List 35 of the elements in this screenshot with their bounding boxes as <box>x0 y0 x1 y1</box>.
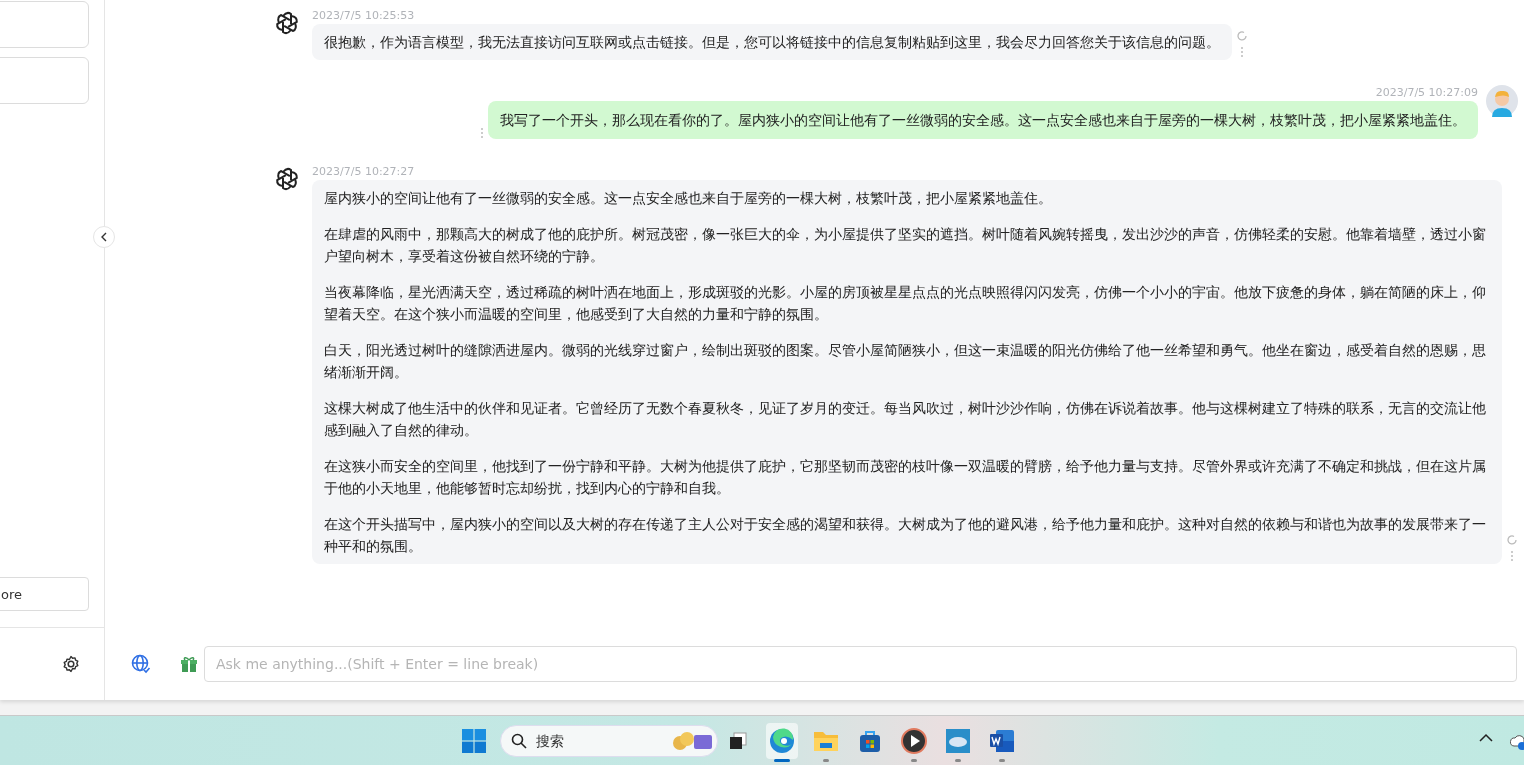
cloud-icon[interactable] <box>1510 732 1524 750</box>
message-paragraph: 白天，阳光透过树叶的缝隙洒进屋内。微弱的光线穿过窗户，绘制出斑驳的图案。尽管小屋简陋狭小，但这一束温暖的阳光仿佛给了他一丝希望和勇气。他坐在窗边，感受着自然的恩赐，思绪渐渐开阔。 <box>324 341 1487 382</box>
settings-icon[interactable] <box>62 655 80 673</box>
browser-icon <box>769 728 795 754</box>
message-timestamp: 2023/7/5 10:27:09 <box>1375 85 1478 101</box>
message-paragraph: 很抱歉，作为语言模型，我无法直接访问互联网或点击链接。但是，您可以将链接中的信息复制粘贴到这里，我会尽力回答您关于该信息的问题。 <box>324 33 1220 52</box>
windows-start-icon[interactable] <box>462 729 486 753</box>
message-paragraph: 在肆虐的风雨中，那颗高大的树成了他的庇护所。树冠茂密，像一张巨大的伞，为小屋提供了坚实的遮挡。树叶随着风婉转摇曳，发出沙沙的声音，仿佛轻柔的安慰。他靠着墙壁，透过小窗户望向树木，享受着这份被自然环绕的宁静。 <box>324 225 1487 266</box>
folder-icon <box>813 729 839 753</box>
picture-app-icon <box>945 728 971 754</box>
refresh-icon[interactable] <box>1506 534 1518 546</box>
gift-icon[interactable] <box>180 654 198 673</box>
message-input-field[interactable]: Ask me anything...(Shift + Enter = line break) <box>204 645 1517 682</box>
message-timestamp: 2023/7/5 10:25:53 <box>312 8 416 24</box>
word-icon <box>989 729 1015 753</box>
message-timestamp: 2023/7/5 10:27:27 <box>312 164 416 180</box>
play-icon <box>901 728 927 754</box>
message-paragraph: 在这狭小而安全的空间里，他找到了一份宁静和平静。大树为他提供了庇护，它那坚韧而茂密的枝叶像一双温暖的臂膀，给予他力量与支持。尽管外界或许充满了不确定和挑战，但在这片属于他的小天地里，他能够暂时忘却纷扰，找到内心的宁静和自我。 <box>324 457 1487 498</box>
collapse-sidebar-button[interactable] <box>93 226 115 248</box>
message-paragraph: 在这个开头描写中，屋内狭小的空间以及大树的存在传递了主人公对于安全感的渴望和获得。大树成为了他的避风港，给予他力量和庇护。这种对自然的依赖与和谐也为故事的发展带来了一种平和的氛围。 <box>324 515 1487 556</box>
store-icon <box>858 729 882 753</box>
message-paragraph: 当夜幕降临，星光洒满天空，透过稀疏的树叶洒在地面上，形成斑驳的光影。小屋的房顶被星星点点的光点映照得闪闪发亮，仿佛一个小小的宇宙。他放下疲惫的身体，躺在简陋的床上，仰望着天空。在这个狭小而温暖的空间里，他感受到了大自然的力量和宁静的氛围。 <box>324 283 1487 324</box>
sidebar-button[interactable]: ore <box>0 577 89 611</box>
chevron-up-icon[interactable] <box>1479 733 1493 743</box>
message-paragraph: 这棵大树成了他生活中的伙伴和见证者。它曾经历了无数个春夏秋冬，见证了岁月的变迁。每当风吹过，树叶沙沙作响，仿佛在诉说着故事。他与这棵树建立了特殊的联系，无言的交流让他感到融入了自然的律动。 <box>324 399 1487 440</box>
message-paragraph: 屋内狭小的空间让他有了一丝微弱的安全感。这一点安全感也来自于屋旁的一棵大树，枝繁叶茂，把小屋紧紧地盖住。 <box>324 189 1053 208</box>
globe-icon[interactable] <box>131 653 151 674</box>
task-view-icon <box>728 731 748 751</box>
taskbar-search-field[interactable]: 搜索 <box>500 725 718 757</box>
refresh-icon[interactable] <box>1236 30 1248 42</box>
message-paragraph: 我写了一个开头，那么现在看你的了。屋内狭小的空间让他有了一丝微弱的安全感。这一点安全感也来自于屋旁的一棵大树，枝繁叶茂，把小屋紧紧地盖住。 <box>500 111 1466 130</box>
chevron-left-icon <box>100 232 108 242</box>
user-avatar-icon <box>1486 85 1518 117</box>
search-icon <box>511 733 527 749</box>
theatre-masks-icon <box>672 729 714 753</box>
